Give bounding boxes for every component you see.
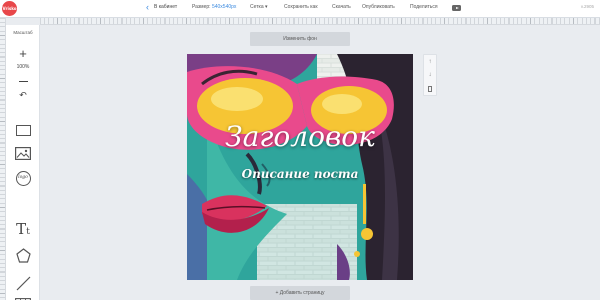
design-canvas[interactable]: Заголовок Описание поста — [187, 54, 413, 280]
tool-panel: Масштаб + 100% ↶ logo Tt — [6, 25, 40, 300]
youtube-icon[interactable] — [452, 5, 461, 11]
top-toolbar: Vrisko ‹ В кабинет Размер: 540x540px Сет… — [0, 0, 600, 18]
publish-button[interactable]: Опубликовать — [362, 4, 395, 10]
minus-icon — [18, 80, 28, 82]
canvas-title-text[interactable]: Заголовок — [187, 120, 413, 153]
arrow-down-icon: ↓ — [428, 71, 432, 78]
image-tool[interactable] — [15, 145, 31, 161]
app-logo[interactable]: Vrisko — [2, 1, 17, 16]
rectangle-icon — [15, 124, 31, 136]
change-background-button[interactable]: Изменить фон — [250, 32, 350, 46]
horizontal-ruler — [40, 18, 600, 25]
back-chevron-icon[interactable]: ‹ — [146, 3, 149, 12]
rectangle-tool[interactable] — [15, 122, 31, 138]
scale-label: Масштаб — [13, 30, 33, 35]
text-icon-small: t — [26, 227, 30, 237]
size-value: 540x540px — [211, 4, 237, 10]
polygon-tool[interactable] — [15, 247, 31, 263]
image-icon — [15, 146, 31, 160]
undo-button[interactable]: ↶ — [15, 87, 31, 103]
version-label: v.2905 — [580, 4, 594, 9]
line-icon — [16, 276, 30, 290]
polygon-icon — [15, 247, 31, 263]
text-icon: Tt — [16, 220, 30, 238]
move-page-up-button[interactable]: ↑ — [424, 55, 436, 68]
page-side-tools: ↑ ↓ — [423, 54, 437, 96]
back-to-cabinet-link[interactable]: В кабинет — [154, 4, 177, 10]
save-as-button[interactable]: Сохранить как — [284, 4, 318, 10]
copy-icon — [428, 85, 432, 92]
size-selector[interactable]: Размер: 540x540px — [192, 4, 236, 10]
canvas-subtitle-text[interactable]: Описание поста — [187, 167, 413, 181]
text-icon-big: T — [16, 220, 27, 238]
share-button[interactable]: Поделиться — [410, 4, 438, 10]
logo-tool[interactable]: logo — [15, 170, 31, 186]
download-button[interactable]: Скачать — [332, 4, 351, 10]
add-page-button[interactable]: + Добавить страницу — [250, 286, 350, 300]
grid-dropdown[interactable]: Сетка ▾ — [250, 4, 268, 10]
move-page-down-button[interactable]: ↓ — [424, 68, 436, 81]
size-label: Размер: — [192, 4, 211, 10]
logo-icon: logo — [15, 170, 31, 186]
text-tool[interactable]: Tt — [15, 220, 31, 238]
zoom-in-button[interactable]: + — [15, 45, 31, 61]
duplicate-page-button[interactable] — [424, 82, 436, 95]
line-tool[interactable] — [15, 275, 31, 291]
zoom-value: 100% — [16, 64, 30, 70]
arrow-up-icon: ↑ — [428, 58, 432, 65]
